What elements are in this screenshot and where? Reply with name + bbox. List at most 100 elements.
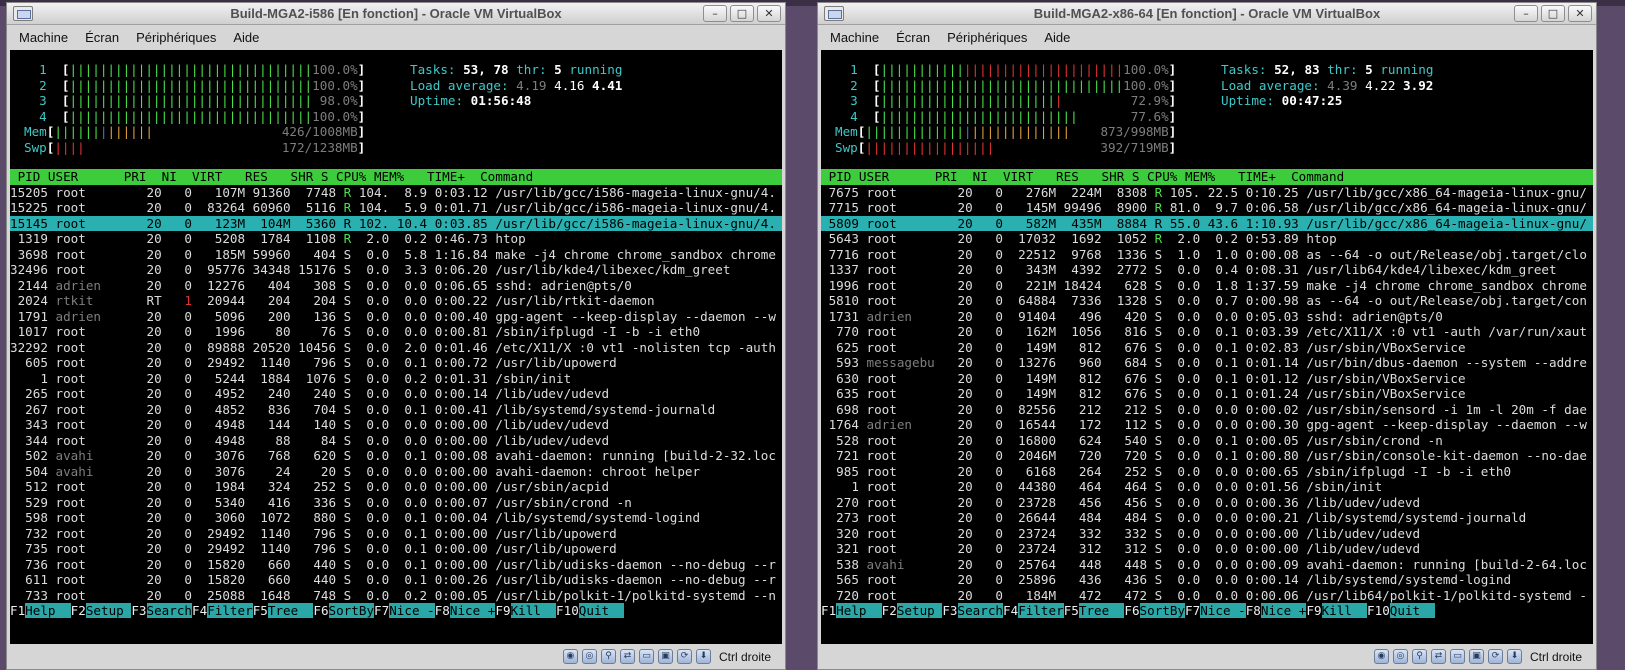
hard-disk-icon[interactable]: ◉: [562, 649, 578, 664]
process-row-1[interactable]: 1 root 20 0 44380 464 464 S 0.0 0.0 0:01…: [821, 479, 1593, 495]
close-button[interactable]: ✕: [757, 5, 781, 22]
process-row-735[interactable]: 735 root 20 0 29492 1140 796 S 0.0 0.1 0…: [10, 541, 782, 557]
fkey-f10[interactable]: F10Quit: [556, 603, 625, 618]
process-row-32496[interactable]: 32496 root 20 0 95776 34348 15176 S 0.0 …: [10, 262, 782, 278]
process-row-721[interactable]: 721 root 20 0 2046M 720 720 S 0.0 0.1 0:…: [821, 448, 1593, 464]
fkey-f3[interactable]: F3Search: [131, 603, 193, 618]
mouse-integration-icon[interactable]: ⬇: [695, 649, 711, 664]
menu-peripheriques[interactable]: Périphériques: [947, 30, 1027, 45]
process-row-15145[interactable]: 15145 root 20 0 123M 104M 5360 R 102. 10…: [10, 215, 782, 231]
process-row-504[interactable]: 504 avahi 20 0 3076 24 20 S 0.0 0.0 0:00…: [10, 464, 782, 480]
usb-icon[interactable]: ⚲: [1411, 649, 1427, 664]
process-row-598[interactable]: 598 root 20 0 3060 1072 880 S 0.0 0.1 0:…: [10, 510, 782, 526]
process-row-321[interactable]: 321 root 20 0 23724 312 312 S 0.0 0.0 0:…: [821, 541, 1593, 557]
process-row-593[interactable]: 593 messagebu 20 0 13276 960 684 S 0.0 0…: [821, 355, 1593, 371]
process-table-header[interactable]: PID USER PRI NI VIRT RES SHR S CPU% MEM%…: [821, 169, 1593, 185]
fkey-f1[interactable]: F1Help: [821, 603, 882, 618]
process-row-611[interactable]: 611 root 20 0 15820 660 440 S 0.0 0.1 0:…: [10, 572, 782, 588]
process-row-7716[interactable]: 7716 root 20 0 22512 9768 1336 S 1.0 1.0…: [821, 247, 1593, 263]
fkey-f6[interactable]: F6SortBy: [313, 603, 375, 618]
process-row-732[interactable]: 732 root 20 0 29492 1140 796 S 0.0 0.1 0…: [10, 526, 782, 542]
process-row-1[interactable]: 1 root 20 0 5244 1884 1076 S 0.0 0.2 0:0…: [10, 371, 782, 387]
menu-machine[interactable]: Machine: [830, 30, 879, 45]
process-row-5809[interactable]: 5809 root 20 0 582M 435M 8884 R 55.0 43.…: [821, 215, 1593, 231]
virtualization-icon[interactable]: ⟳: [1487, 649, 1503, 664]
mouse-integration-icon[interactable]: ⬇: [1506, 649, 1522, 664]
process-row-528[interactable]: 528 root 20 0 16800 624 540 S 0.0 0.1 0:…: [821, 433, 1593, 449]
process-row-720[interactable]: 720 root 20 0 184M 472 472 S 0.0 0.0 0:0…: [821, 588, 1593, 604]
fkey-f6[interactable]: F6SortBy: [1124, 603, 1186, 618]
process-row-1017[interactable]: 1017 root 20 0 1996 80 76 S 0.0 0.0 0:00…: [10, 324, 782, 340]
video-capture-icon[interactable]: ▣: [1468, 649, 1484, 664]
fkey-f9[interactable]: F9Kill: [495, 603, 557, 618]
htop-screen[interactable]: 1 [||||||||||||||||||||||||||||||||100.0…: [821, 50, 1593, 644]
process-row-3698[interactable]: 3698 root 20 0 185M 59960 404 S 0.0 5.8 …: [10, 247, 782, 263]
process-row-270[interactable]: 270 root 20 0 23728 456 456 S 0.0 0.0 0:…: [821, 495, 1593, 511]
process-row-985[interactable]: 985 root 20 0 6168 264 252 S 0.0 0.0 0:0…: [821, 464, 1593, 480]
process-row-512[interactable]: 512 root 20 0 1984 324 252 S 0.0 0.0 0:0…: [10, 479, 782, 495]
fkey-f7[interactable]: F7Nice -: [374, 603, 435, 618]
process-row-770[interactable]: 770 root 20 0 162M 1056 816 S 0.0 0.1 0:…: [821, 324, 1593, 340]
process-row-5643[interactable]: 5643 root 20 0 17032 1692 1052 R 2.0 0.2…: [821, 231, 1593, 247]
process-row-630[interactable]: 630 root 20 0 149M 812 676 S 0.0 0.1 0:0…: [821, 371, 1593, 387]
process-row-273[interactable]: 273 root 20 0 26644 484 484 S 0.0 0.0 0:…: [821, 510, 1593, 526]
vm-window-x86-64[interactable]: Build-MGA2-x86-64 [En fonction] - Oracle…: [817, 2, 1597, 670]
process-row-1319[interactable]: 1319 root 20 0 5208 1784 1108 R 2.0 0.2 …: [10, 231, 782, 247]
title-bar[interactable]: Build-MGA2-x86-64 [En fonction] - Oracle…: [818, 3, 1596, 25]
process-row-698[interactable]: 698 root 20 0 82556 212 212 S 0.0 0.0 0:…: [821, 402, 1593, 418]
network-icon[interactable]: ⇄: [1430, 649, 1446, 664]
fkey-f9[interactable]: F9Kill: [1306, 603, 1368, 618]
optical-drive-icon[interactable]: ◎: [581, 649, 597, 664]
process-row-15205[interactable]: 15205 root 20 0 107M 91360 7748 R 104. 8…: [10, 185, 782, 201]
process-row-1731[interactable]: 1731 adrien 20 0 91404 496 420 S 0.0 0.0…: [821, 309, 1593, 325]
process-row-1791[interactable]: 1791 adrien 20 0 5096 200 136 S 0.0 0.0 …: [10, 309, 782, 325]
menu-peripheriques[interactable]: Périphériques: [136, 30, 216, 45]
menu-machine[interactable]: Machine: [19, 30, 68, 45]
hard-disk-icon[interactable]: ◉: [1373, 649, 1389, 664]
maximize-button[interactable]: □: [730, 5, 754, 22]
process-row-635[interactable]: 635 root 20 0 149M 812 676 S 0.0 0.1 0:0…: [821, 386, 1593, 402]
fkey-f7[interactable]: F7Nice -: [1185, 603, 1246, 618]
process-row-32292[interactable]: 32292 root 20 0 89888 20520 10456 S 0.0 …: [10, 340, 782, 356]
shared-folder-icon[interactable]: ▭: [1449, 649, 1465, 664]
process-row-529[interactable]: 529 root 20 0 5340 416 336 S 0.0 0.0 0:0…: [10, 495, 782, 511]
process-row-733[interactable]: 733 root 20 0 25088 1648 748 S 0.0 0.2 0…: [10, 588, 782, 604]
fkey-f1[interactable]: F1Help: [10, 603, 71, 618]
maximize-button[interactable]: □: [1541, 5, 1565, 22]
shared-folder-icon[interactable]: ▭: [638, 649, 654, 664]
process-table-header[interactable]: PID USER PRI NI VIRT RES SHR S CPU% MEM%…: [10, 169, 782, 185]
process-row-344[interactable]: 344 root 20 0 4948 88 84 S 0.0 0.0 0:00.…: [10, 433, 782, 449]
fkey-f2[interactable]: F2Setup: [71, 603, 132, 618]
process-row-7715[interactable]: 7715 root 20 0 145M 99496 8900 R 81.0 9.…: [821, 200, 1593, 216]
process-row-565[interactable]: 565 root 20 0 25896 436 436 S 0.0 0.0 0:…: [821, 572, 1593, 588]
virtualization-icon[interactable]: ⟳: [676, 649, 692, 664]
process-row-625[interactable]: 625 root 20 0 149M 812 676 S 0.0 0.1 0:0…: [821, 340, 1593, 356]
video-capture-icon[interactable]: ▣: [657, 649, 673, 664]
minimize-button[interactable]: –: [703, 5, 727, 22]
usb-icon[interactable]: ⚲: [600, 649, 616, 664]
fkey-f2[interactable]: F2Setup: [882, 603, 943, 618]
fkey-f3[interactable]: F3Search: [942, 603, 1004, 618]
menu-ecran[interactable]: Écran: [896, 30, 930, 45]
optical-drive-icon[interactable]: ◎: [1392, 649, 1408, 664]
process-row-1764[interactable]: 1764 adrien 20 0 16544 172 112 S 0.0 0.0…: [821, 417, 1593, 433]
process-row-2144[interactable]: 2144 adrien 20 0 12276 404 308 S 0.0 0.0…: [10, 278, 782, 294]
process-row-736[interactable]: 736 root 20 0 15820 660 440 S 0.0 0.1 0:…: [10, 557, 782, 573]
fkey-f5[interactable]: F5Tree: [1064, 603, 1125, 618]
vm-window-i586[interactable]: Build-MGA2-i586 [En fonction] - Oracle V…: [6, 2, 786, 670]
menu-ecran[interactable]: Écran: [85, 30, 119, 45]
process-row-7675[interactable]: 7675 root 20 0 276M 224M 8308 R 105. 22.…: [821, 185, 1593, 201]
process-row-502[interactable]: 502 avahi 20 0 3076 768 620 S 0.0 0.1 0:…: [10, 448, 782, 464]
fkey-f4[interactable]: F4Filter: [192, 603, 253, 618]
process-row-267[interactable]: 267 root 20 0 4852 836 704 S 0.0 0.1 0:0…: [10, 402, 782, 418]
process-row-5810[interactable]: 5810 root 20 0 64884 7336 1328 S 0.0 0.7…: [821, 293, 1593, 309]
process-row-265[interactable]: 265 root 20 0 4952 240 240 S 0.0 0.0 0:0…: [10, 386, 782, 402]
fkey-f10[interactable]: F10Quit: [1367, 603, 1436, 618]
process-row-538[interactable]: 538 avahi 20 0 25764 448 448 S 0.0 0.0 0…: [821, 557, 1593, 573]
title-bar[interactable]: Build-MGA2-i586 [En fonction] - Oracle V…: [7, 3, 785, 25]
fkey-f4[interactable]: F4Filter: [1003, 603, 1064, 618]
htop-screen[interactable]: 1 [||||||||||||||||||||||||||||||||100.0…: [10, 50, 782, 644]
minimize-button[interactable]: –: [1514, 5, 1538, 22]
network-icon[interactable]: ⇄: [619, 649, 635, 664]
process-row-605[interactable]: 605 root 20 0 29492 1140 796 S 0.0 0.1 0…: [10, 355, 782, 371]
